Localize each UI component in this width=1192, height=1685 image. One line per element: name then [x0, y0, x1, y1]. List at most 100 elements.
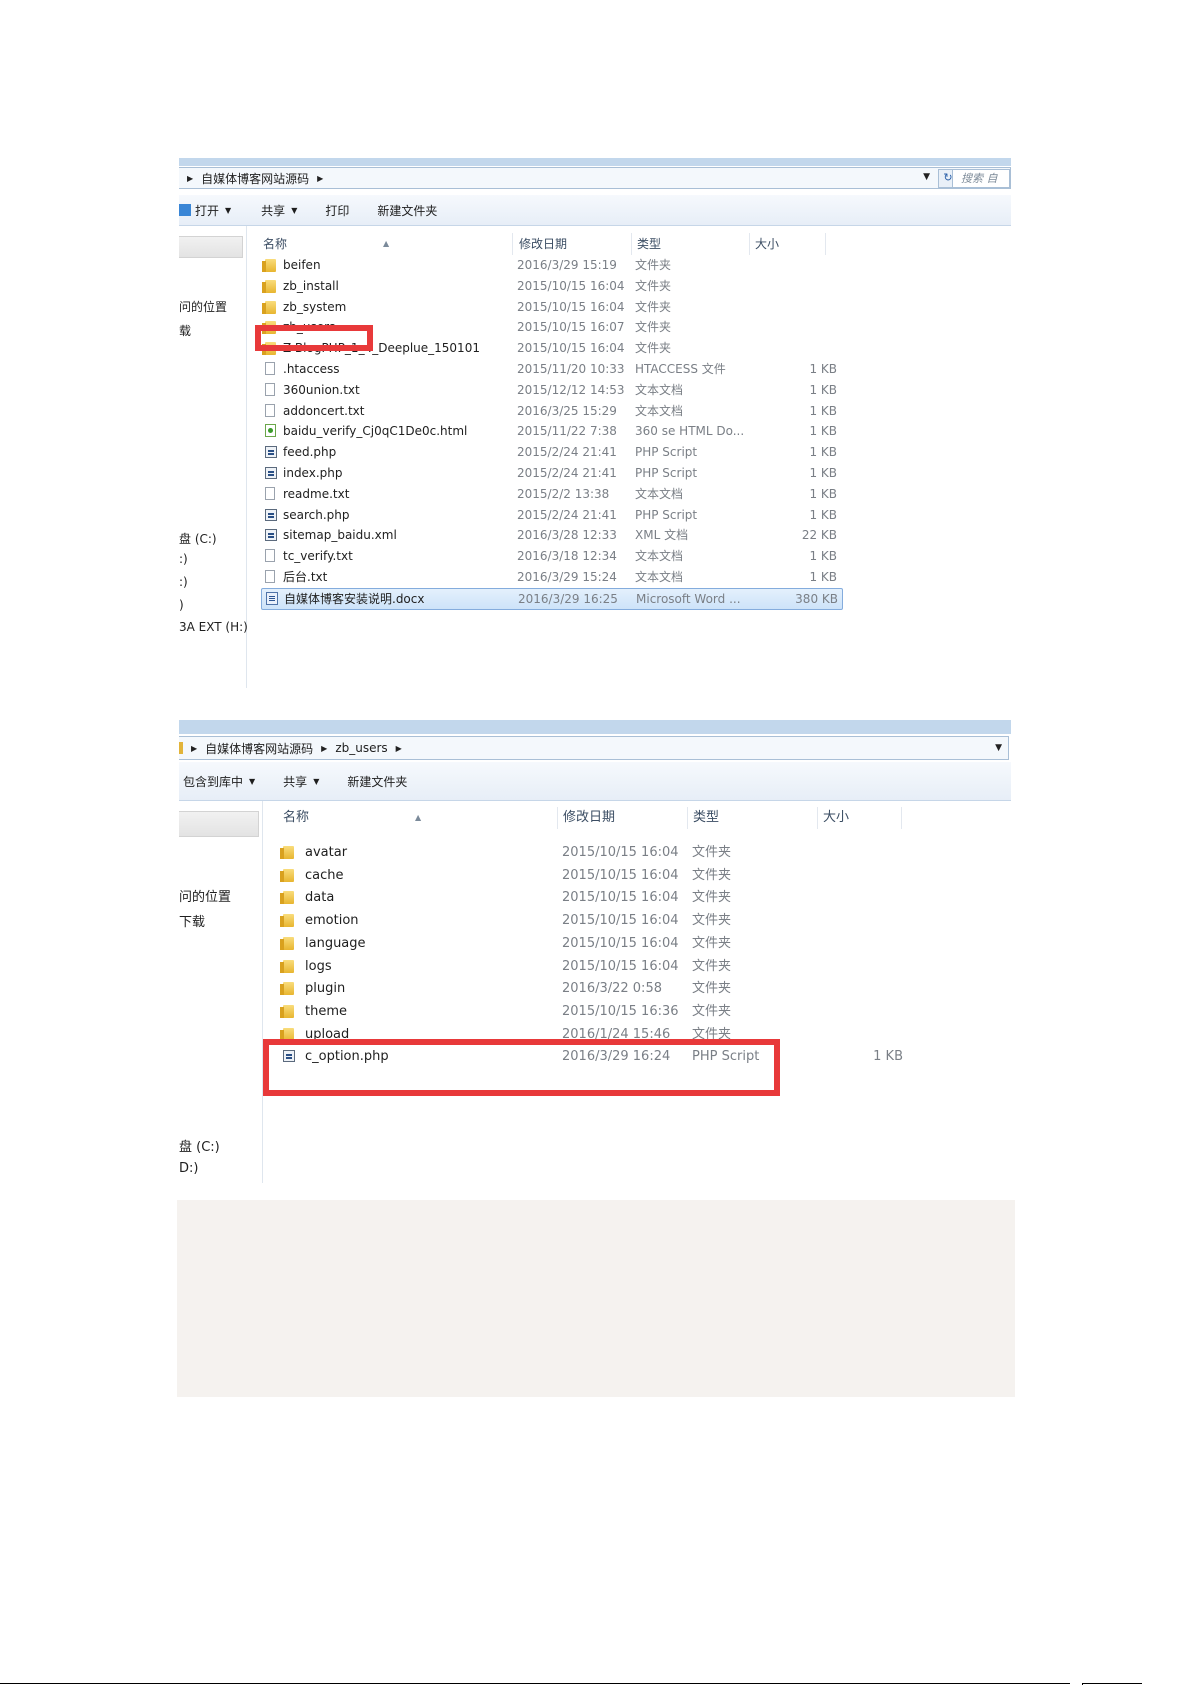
file-type: 文件夹	[635, 258, 672, 272]
new-folder-button[interactable]: 新建文件夹	[377, 202, 437, 219]
nav-item-drive[interactable]: :)	[179, 552, 188, 566]
open-button[interactable]: 打开 ▼	[179, 202, 231, 219]
file-type: 文件夹	[692, 935, 732, 951]
column-divider[interactable]	[825, 233, 826, 255]
table-row[interactable]: .htaccess 2015/11/20 10:33 HTACCESS 文件 1 KB	[261, 359, 841, 379]
column-divider[interactable]	[687, 807, 688, 829]
column-header-type[interactable]: 类型	[689, 807, 719, 829]
table-row[interactable]: beifen 2016/3/29 15:19 文件夹	[261, 255, 841, 275]
column-header-row: 名称 ▲ 修改日期 类型 大小	[279, 807, 979, 829]
breadcrumb-folder[interactable]: zb_users	[335, 741, 387, 755]
chevron-down-icon: ▼	[225, 205, 232, 215]
navigation-pane: 问的位置 下载 盘 (C:) D:)	[179, 801, 263, 1183]
php-icon	[265, 446, 277, 459]
file-date: 2015/10/15 16:04	[562, 867, 679, 883]
column-header-name[interactable]: 名称	[279, 807, 309, 829]
table-row[interactable]: feed.php 2015/2/24 21:41 PHP Script 1 KB	[261, 442, 841, 462]
table-row[interactable]: zb_system 2015/10/15 16:04 文件夹	[261, 297, 841, 317]
file-date: 2015/11/22 7:38	[517, 424, 617, 439]
nav-item[interactable]: 问的位置	[179, 298, 227, 315]
table-row[interactable]: 360union.txt 2015/12/12 14:53 文本文档 1 KB	[261, 380, 841, 400]
nav-selected-item[interactable]	[179, 811, 259, 837]
breadcrumb-arrow-icon[interactable]: ▶	[191, 744, 197, 753]
print-button[interactable]: 打印	[325, 202, 349, 219]
share-button[interactable]: 共享 ▼	[283, 773, 319, 790]
file-date: 2015/10/15 16:04	[517, 278, 625, 293]
table-row[interactable]: data 2015/10/15 16:04 文件夹	[279, 887, 979, 909]
table-row[interactable]: language 2015/10/15 16:04 文件夹	[279, 933, 979, 955]
column-divider[interactable]	[631, 233, 632, 255]
table-row[interactable]: tc_verify.txt 2016/3/18 12:34 文本文档 1 KB	[261, 546, 841, 566]
column-header-type[interactable]: 类型	[633, 233, 661, 255]
column-divider[interactable]	[512, 233, 513, 255]
address-bar[interactable]: ▶ 自媒体博客网站源码 ▶ zb_users ▶ ▼	[179, 736, 1009, 760]
breadcrumb-arrow-icon[interactable]: ▶	[396, 744, 402, 753]
file-date: 2016/3/28 12:33	[517, 528, 617, 543]
nav-item[interactable]: 载	[179, 322, 191, 339]
file-type: 文件夹	[692, 845, 732, 860]
file-size: 1 KB	[809, 362, 837, 376]
include-in-library-button[interactable]: 包含到库中 ▼	[183, 773, 255, 790]
file-date: 2016/3/29 15:19	[517, 258, 617, 272]
column-header-name[interactable]: 名称	[259, 233, 287, 255]
share-button[interactable]: 共享 ▼	[261, 202, 297, 219]
folder-icon	[280, 891, 294, 905]
nav-item-drive[interactable]: )	[179, 598, 184, 612]
table-row[interactable]: 后台.txt 2016/3/29 15:24 文本文档 1 KB	[261, 567, 841, 587]
breadcrumb-folder[interactable]: 自媒体博客网站源码	[205, 740, 313, 757]
column-header-size[interactable]: 大小	[819, 807, 849, 829]
new-folder-button[interactable]: 新建文件夹	[347, 773, 407, 790]
table-row[interactable]: cache 2015/10/15 16:04 文件夹	[279, 865, 979, 887]
file-size: 1 KB	[809, 570, 837, 584]
table-row[interactable]: search.php 2015/2/24 21:41 PHP Script 1 KB	[261, 505, 841, 525]
chevron-down-icon[interactable]: ▼	[995, 743, 1002, 753]
nav-item-drive[interactable]: :)	[179, 575, 188, 589]
breadcrumb-arrow-icon[interactable]: ▶	[187, 174, 193, 183]
table-row[interactable]: emotion 2015/10/15 16:04 文件夹	[279, 910, 979, 932]
file-type: 文件夹	[635, 341, 672, 356]
column-header-date[interactable]: 修改日期	[559, 807, 615, 829]
column-header-size[interactable]: 大小	[751, 233, 779, 255]
column-divider[interactable]	[557, 807, 558, 829]
nav-selected-item[interactable]	[179, 236, 243, 258]
address-bar[interactable]: ▶ 自媒体博客网站源码 ▶ ▼ ↻ 搜索 自	[179, 167, 1011, 189]
table-row[interactable]: plugin 2016/3/22 0:58 文件夹	[279, 978, 979, 1000]
file-icon	[265, 486, 275, 500]
file-type: 文本文档	[635, 382, 684, 397]
column-divider[interactable]	[749, 233, 750, 255]
chevron-down-icon[interactable]: ▼	[923, 172, 930, 182]
file-date: 2015/2/24 21:41	[517, 466, 617, 480]
breadcrumb-arrow-icon[interactable]: ▶	[317, 174, 323, 183]
nav-item-drive-d[interactable]: D:)	[179, 1161, 198, 1176]
search-input[interactable]: 搜索 自	[952, 169, 1010, 188]
nav-item-drive-c[interactable]: 盘 (C:)	[179, 1136, 220, 1155]
nav-item[interactable]: 问的位置	[179, 886, 231, 905]
breadcrumb-folder[interactable]: 自媒体博客网站源码	[201, 170, 309, 187]
nav-item-drive-c[interactable]: 盘 (C:)	[179, 530, 217, 547]
file-size: 22 KB	[801, 528, 837, 543]
table-row-selected[interactable]: 自媒体博客安装说明.docx 2016/3/29 16:25 Microsoft W…	[261, 587, 843, 610]
file-name: zb_system	[283, 299, 347, 314]
table-row[interactable]: theme 2015/10/15 16:36 文件夹	[279, 1001, 979, 1023]
file-name: data	[305, 890, 335, 906]
file-icon	[265, 549, 275, 563]
column-header-date[interactable]: 修改日期	[515, 233, 567, 255]
file-date: 2015/10/15 16:07	[517, 320, 625, 335]
table-row[interactable]: addoncert.txt 2016/3/25 15:29 文本文档 1 KB	[261, 401, 841, 421]
breadcrumb-arrow-icon[interactable]: ▶	[321, 744, 327, 753]
file-name: feed.php	[283, 445, 337, 460]
table-row[interactable]: readme.txt 2015/2/2 13:38 文本文档 1 KB	[261, 484, 841, 504]
table-row[interactable]: zb_install 2015/10/15 16:04 文件夹	[261, 276, 841, 296]
nav-item[interactable]: 下载	[179, 911, 205, 930]
file-date: 2016/3/29 15:24	[517, 570, 617, 584]
table-row[interactable]: index.php 2015/2/24 21:41 PHP Script 1 KB	[261, 463, 841, 483]
column-divider[interactable]	[817, 807, 818, 829]
nav-item-drive-h[interactable]: 3A EXT (H:)	[179, 620, 248, 634]
table-row[interactable]: baidu_verify_Cj0qC1De0c.html 2015/11/22 7…	[261, 421, 841, 441]
navigation-pane: 问的位置 载 盘 (C:) :) :) ) 3A EXT (H:)	[179, 226, 248, 688]
column-divider[interactable]	[901, 807, 902, 829]
table-row[interactable]: logs 2015/10/15 16:04 文件夹	[279, 956, 979, 978]
table-row[interactable]: avatar 2015/10/15 16:04 文件夹	[279, 842, 979, 864]
table-row[interactable]: sitemap_baidu.xml 2016/3/28 12:33 XML 文档 22…	[261, 525, 841, 545]
file-name: baidu_verify_Cj0qC1De0c.html	[283, 424, 468, 439]
